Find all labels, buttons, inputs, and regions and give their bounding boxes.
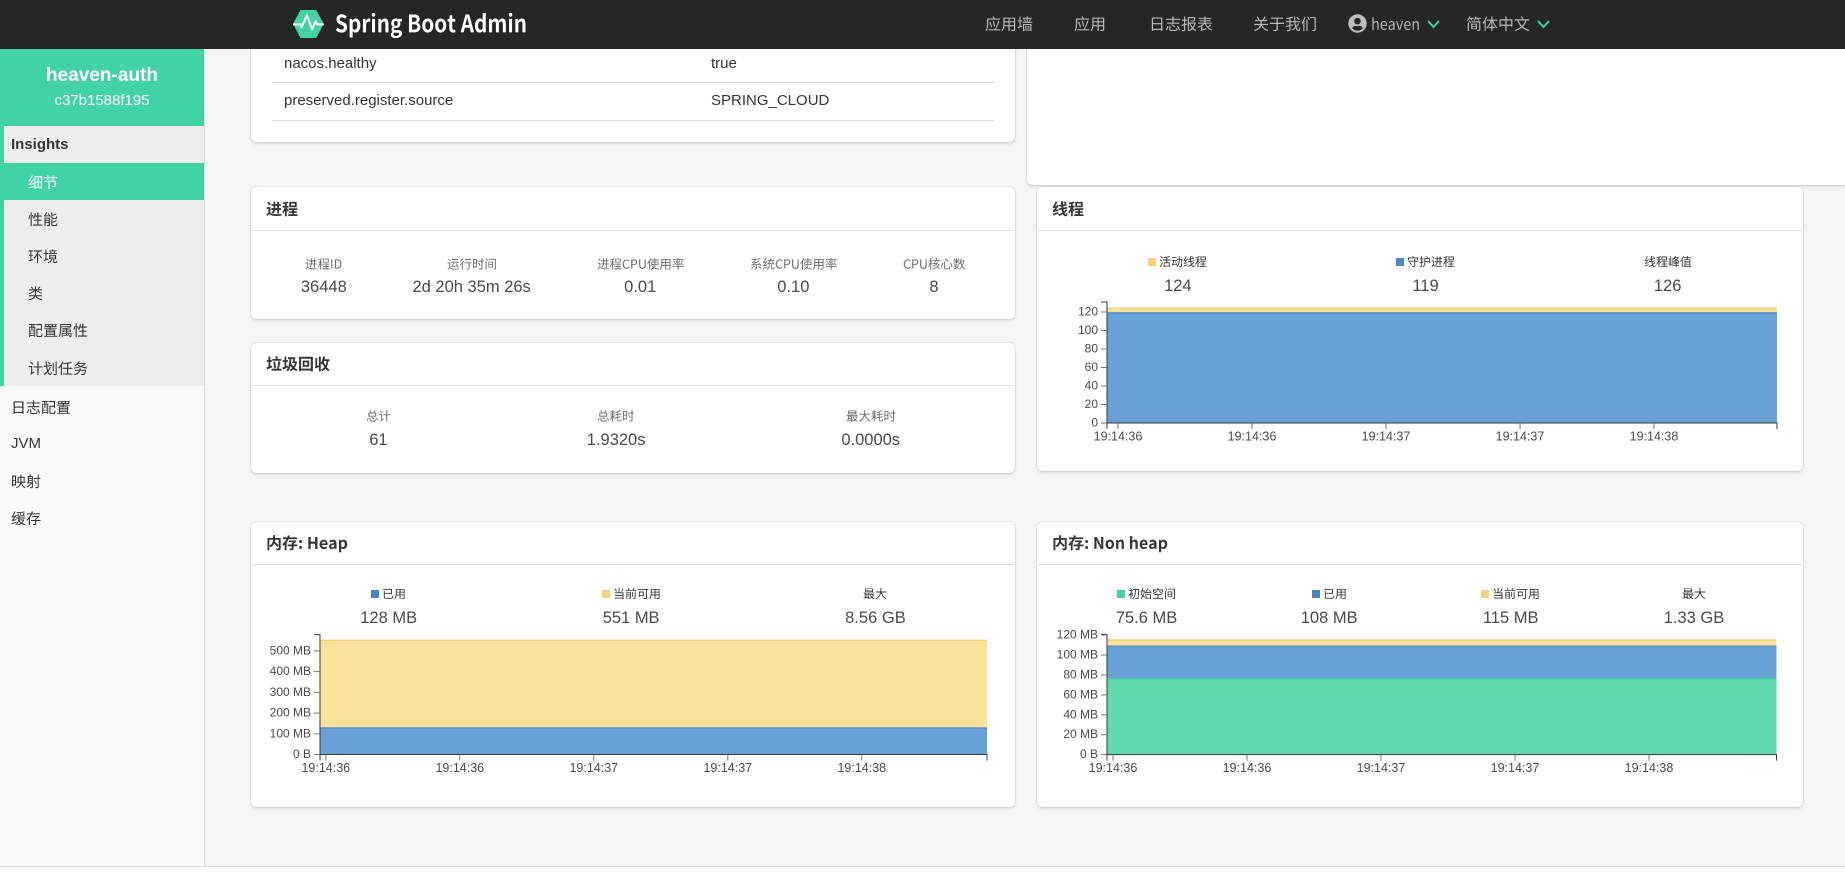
svg-text:100 MB: 100 MB xyxy=(270,726,311,740)
svg-text:100 MB: 100 MB xyxy=(1057,648,1098,662)
svg-text:19:14:38: 19:14:38 xyxy=(1630,430,1679,444)
svg-text:19:14:37: 19:14:37 xyxy=(703,761,752,775)
svg-text:400 MB: 400 MB xyxy=(270,664,311,678)
svg-text:19:14:37: 19:14:37 xyxy=(1362,430,1411,444)
svg-text:80 MB: 80 MB xyxy=(1063,668,1098,682)
svg-text:0 B: 0 B xyxy=(1080,747,1098,761)
svg-text:19:14:36: 19:14:36 xyxy=(435,761,484,775)
svg-text:120: 120 xyxy=(1078,305,1098,319)
svg-text:300 MB: 300 MB xyxy=(270,685,311,699)
svg-text:20: 20 xyxy=(1085,397,1099,411)
svg-text:80: 80 xyxy=(1085,342,1099,356)
svg-text:19:14:38: 19:14:38 xyxy=(1625,761,1674,775)
svg-text:19:14:37: 19:14:37 xyxy=(1491,761,1540,775)
svg-text:20 MB: 20 MB xyxy=(1063,727,1098,741)
svg-text:19:14:37: 19:14:37 xyxy=(569,761,618,775)
svg-text:19:14:36: 19:14:36 xyxy=(1089,761,1138,775)
svg-text:60 MB: 60 MB xyxy=(1063,687,1098,701)
svg-text:19:14:36: 19:14:36 xyxy=(1228,430,1277,444)
svg-text:0 B: 0 B xyxy=(293,747,311,761)
svg-text:19:14:37: 19:14:37 xyxy=(1496,430,1545,444)
svg-text:19:14:36: 19:14:36 xyxy=(301,761,350,775)
svg-text:40: 40 xyxy=(1085,379,1099,393)
svg-text:120 MB: 120 MB xyxy=(1057,628,1098,642)
svg-text:100: 100 xyxy=(1078,323,1098,337)
svg-text:40 MB: 40 MB xyxy=(1063,707,1098,721)
svg-text:0: 0 xyxy=(1091,416,1098,430)
svg-text:19:14:38: 19:14:38 xyxy=(837,761,886,775)
svg-text:19:14:37: 19:14:37 xyxy=(1357,761,1406,775)
svg-text:500 MB: 500 MB xyxy=(270,643,311,657)
svg-text:60: 60 xyxy=(1085,360,1099,374)
svg-text:19:14:36: 19:14:36 xyxy=(1094,430,1143,444)
svg-text:200 MB: 200 MB xyxy=(270,706,311,720)
svg-text:19:14:36: 19:14:36 xyxy=(1223,761,1272,775)
